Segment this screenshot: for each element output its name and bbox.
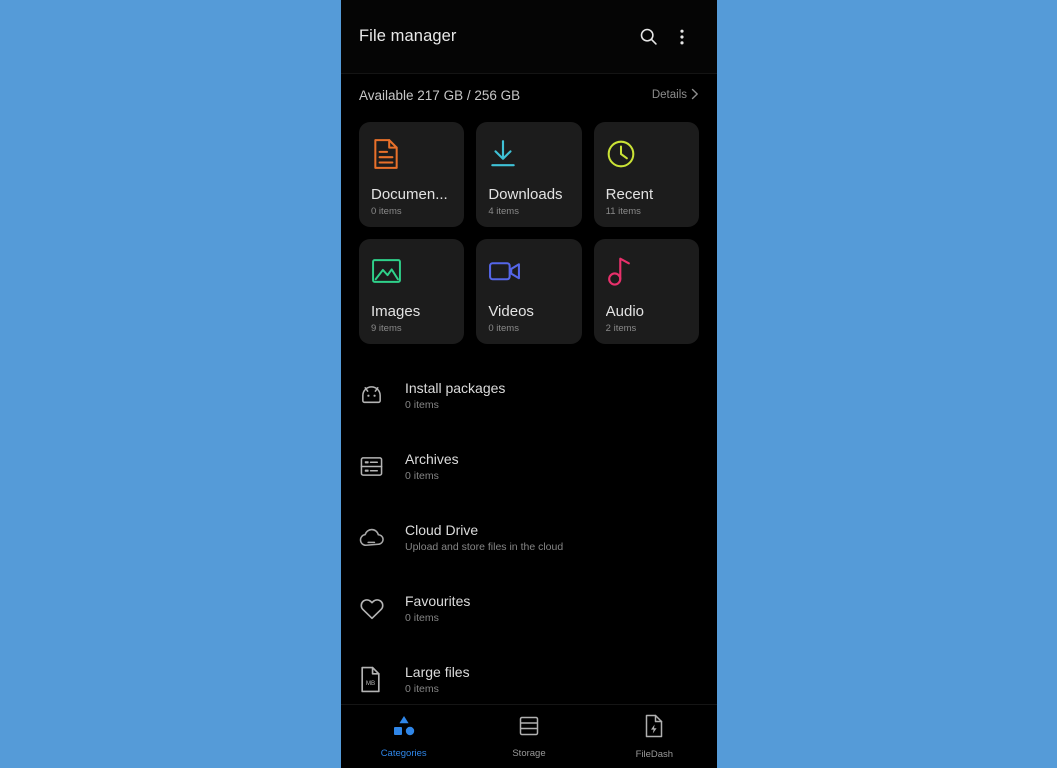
- list-item-text: Large files 0 items: [405, 664, 470, 695]
- clock-icon: [606, 136, 687, 172]
- list-item-archives[interactable]: Archives 0 items: [341, 431, 717, 502]
- category-list: Install packages 0 items Archives 0 item…: [341, 344, 717, 704]
- list-item-large-files[interactable]: MB Large files 0 items: [341, 644, 717, 704]
- storage-details-link[interactable]: Details: [652, 88, 699, 103]
- list-item-sub: 0 items: [405, 399, 439, 411]
- tile-count: 11 items: [605, 206, 641, 217]
- tile-count: 9 items: [371, 323, 402, 334]
- tile-label: Images: [371, 303, 421, 320]
- tile-videos[interactable]: Videos 0 items: [476, 239, 582, 344]
- storage-stack-icon: [518, 715, 540, 742]
- nav-tab-storage[interactable]: Storage: [466, 705, 591, 768]
- phone-screen: File manager Available 217 GB / 256 GB D…: [341, 0, 717, 768]
- download-icon: [488, 136, 569, 172]
- tile-label: Downloads: [488, 186, 563, 203]
- tile-label: Videos: [488, 303, 534, 320]
- list-item-sub: Upload and store files in the cloud: [405, 541, 564, 553]
- list-item-label: Cloud Drive: [405, 522, 479, 538]
- large-file-badge: MB: [366, 680, 375, 687]
- list-item-text: Cloud Drive Upload and store files in th…: [405, 522, 563, 553]
- list-item-sub: 0 items: [405, 470, 439, 482]
- large-file-icon: MB: [359, 666, 405, 693]
- archive-icon: [359, 455, 405, 478]
- tile-documents[interactable]: Documen... 0 items: [359, 122, 465, 227]
- category-tile-grid: Documen... 0 items Downloads 4 items Rec…: [341, 116, 717, 344]
- tile-label: Audio: [605, 303, 645, 320]
- nav-tab-label: Categories: [380, 747, 427, 759]
- categories-icon: [392, 715, 416, 742]
- android-icon: [359, 383, 405, 408]
- page-title: File manager: [359, 27, 457, 45]
- list-item-label: Large files: [405, 664, 470, 680]
- tile-count: 0 items: [488, 323, 519, 334]
- more-vertical-icon: [672, 27, 692, 47]
- tile-count: 0 items: [371, 206, 402, 217]
- storage-summary-row: Available 217 GB / 256 GB Details: [341, 74, 717, 116]
- tile-downloads[interactable]: Downloads 4 items: [476, 122, 582, 227]
- list-item-text: Favourites 0 items: [405, 593, 470, 624]
- list-item-sub: 0 items: [405, 683, 439, 695]
- tile-label: Documen...: [371, 186, 448, 203]
- list-item-cloud-drive[interactable]: Cloud Drive Upload and store files in th…: [341, 502, 717, 573]
- music-note-icon: [606, 253, 687, 289]
- tile-images[interactable]: Images 9 items: [359, 239, 465, 344]
- nav-tab-label: FileDash: [635, 748, 674, 760]
- tile-audio[interactable]: Audio 2 items: [593, 239, 699, 344]
- overflow-menu-button[interactable]: [665, 20, 699, 54]
- list-item-label: Install packages: [405, 380, 506, 396]
- list-item-sub: 0 items: [405, 612, 439, 624]
- heart-icon: [359, 597, 405, 621]
- filedash-icon: [644, 714, 664, 743]
- list-item-text: Archives 0 items: [405, 451, 459, 482]
- bottom-navigation: Categories Storage FileDash: [341, 704, 717, 768]
- document-icon: [371, 136, 452, 172]
- video-icon: [488, 253, 569, 289]
- list-item-label: Archives: [405, 451, 459, 467]
- search-button[interactable]: [631, 20, 665, 54]
- desktop-backdrop: File manager Available 217 GB / 256 GB D…: [0, 0, 1057, 768]
- nav-tab-filedash[interactable]: FileDash: [592, 705, 717, 768]
- search-icon: [638, 26, 659, 47]
- nav-tab-categories[interactable]: Categories: [341, 705, 466, 768]
- chevron-right-icon: [691, 88, 699, 103]
- tile-count: 2 items: [605, 323, 637, 334]
- storage-details-label: Details: [651, 89, 687, 101]
- list-item-install-packages[interactable]: Install packages 0 items: [341, 360, 717, 431]
- storage-summary-text: Available 217 GB / 256 GB: [359, 87, 521, 103]
- nav-tab-label: Storage: [512, 747, 546, 759]
- app-bar: File manager: [341, 0, 717, 74]
- list-item-text: Install packages 0 items: [405, 380, 505, 411]
- tile-count: 4 items: [488, 206, 519, 217]
- list-item-favourites[interactable]: Favourites 0 items: [341, 573, 717, 644]
- tile-label: Recent: [605, 186, 654, 203]
- list-item-label: Favourites: [405, 593, 471, 609]
- tile-recent[interactable]: Recent 11 items: [593, 122, 699, 227]
- cloud-icon: [359, 527, 405, 549]
- image-icon: [371, 253, 452, 289]
